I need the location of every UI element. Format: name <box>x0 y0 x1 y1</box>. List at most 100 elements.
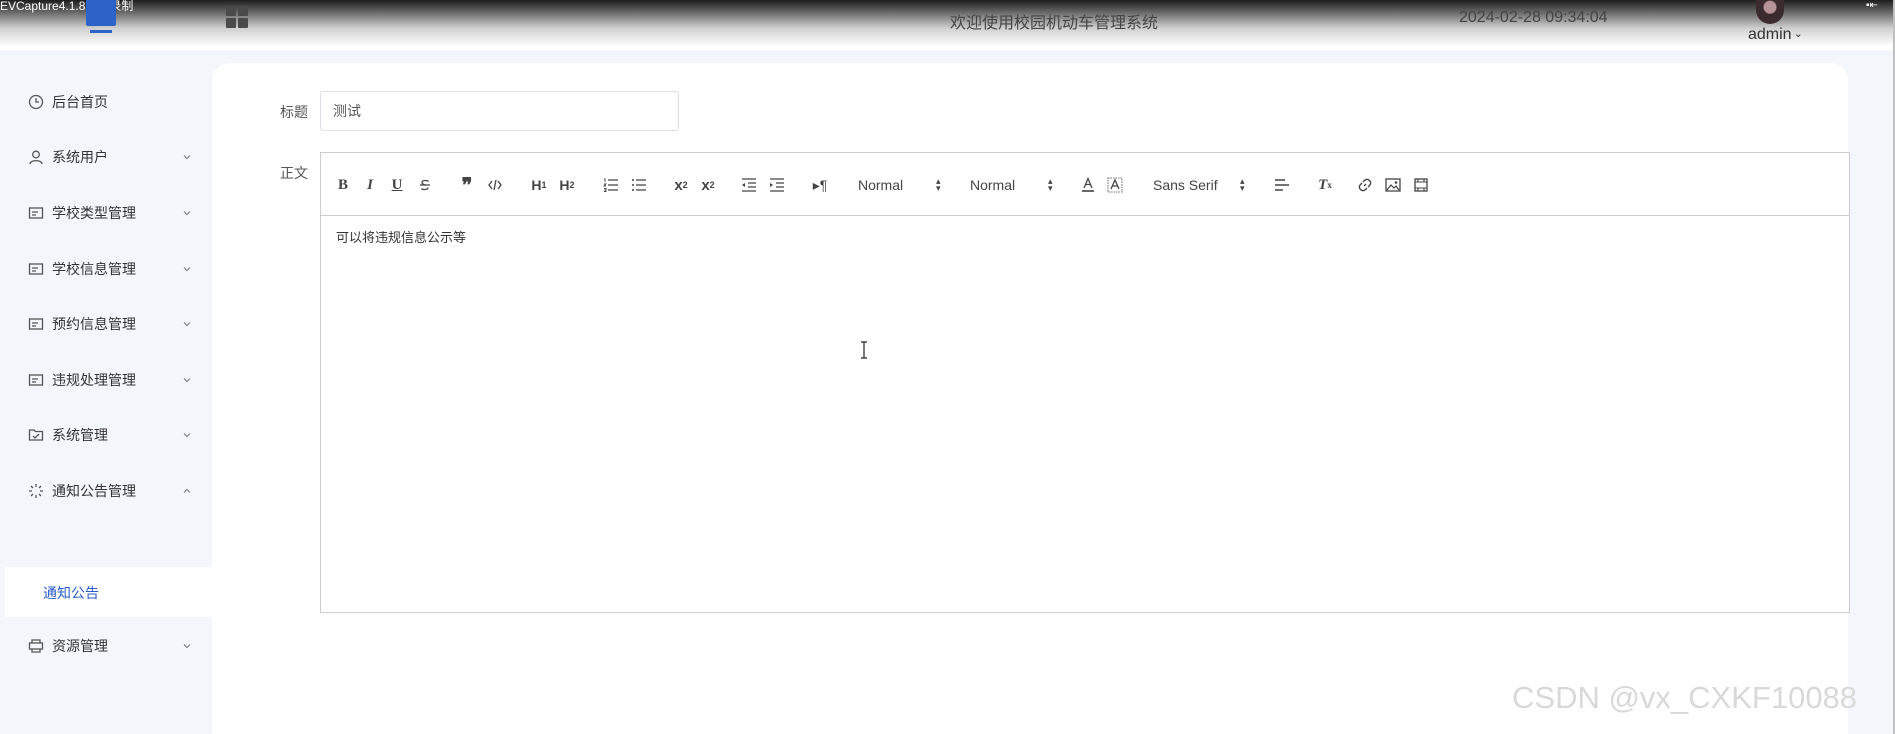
sidebar-item-label: 通知公告管理 <box>52 483 136 499</box>
clock-icon <box>28 94 44 110</box>
chevron-down-icon <box>183 644 191 649</box>
image-button[interactable] <box>1385 175 1401 195</box>
align-button[interactable] <box>1274 175 1290 195</box>
clear-format-button[interactable]: Tx <box>1316 175 1334 195</box>
sidebar-subitem-notice[interactable]: 通知公告 <box>5 567 212 617</box>
header-2-button[interactable]: H2 <box>557 175 577 195</box>
outdent-icon <box>742 178 756 192</box>
picker-arrows-icon: ▴ ▾ <box>1240 176 1245 193</box>
indent-icon <box>770 178 784 192</box>
chevron-down-icon <box>183 322 191 327</box>
bold-button[interactable]: B <box>335 175 351 195</box>
sidebar-item-system-management[interactable]: 系统管理 <box>0 415 212 455</box>
header-1-button[interactable]: H1 <box>529 175 549 195</box>
editor-content[interactable]: 可以将违规信息公示等 <box>321 217 1849 612</box>
font-picker[interactable]: Sans Serif ▴ ▾ <box>1153 174 1253 196</box>
sidebar-item-label: 系统管理 <box>52 427 108 443</box>
chevron-down-icon <box>183 155 191 160</box>
font-color-icon <box>1082 177 1094 192</box>
sidebar-item-school-info[interactable]: 学校信息管理 <box>0 249 212 289</box>
card-icon <box>28 261 44 277</box>
chevron-down-icon <box>183 211 191 216</box>
sidebar-item-system-users[interactable]: 系统用户 <box>0 137 212 177</box>
loading-icon <box>28 483 44 499</box>
text-cursor-icon <box>861 341 867 359</box>
sidebar-item-label: 后台首页 <box>52 94 108 110</box>
user-name: admin <box>1748 26 1792 43</box>
sidebar-item-label: 系统用户 <box>52 149 108 165</box>
font-picker-label: Sans Serif <box>1153 177 1218 193</box>
csdn-watermark: CSDN @vx_CXKF10088 <box>1512 680 1858 715</box>
sidebar-item-label: 学校信息管理 <box>52 261 136 277</box>
size-picker-label: Normal <box>970 177 1016 193</box>
bullet-list-icon <box>632 179 646 191</box>
title-label: 标题 <box>280 104 308 120</box>
user-menu[interactable]: admin ⌄ <box>1748 26 1803 44</box>
picker-arrows-icon: ▴ ▾ <box>1048 176 1053 193</box>
text-direction-button[interactable]: ▸¶ <box>811 175 829 195</box>
grid-menu-icon[interactable] <box>226 6 248 28</box>
code-icon <box>488 179 502 191</box>
background-color-button[interactable] <box>1107 175 1123 195</box>
user-icon <box>28 149 44 165</box>
editor-toolbar: B I U ❞ H1 H2 x2 x2 ▸¶ Normal ▴ ▾ Normal… <box>321 153 1849 216</box>
chevron-down-icon <box>183 267 191 272</box>
strike-button[interactable] <box>417 175 433 195</box>
background-color-icon <box>1107 177 1123 193</box>
check-box-icon <box>28 427 44 443</box>
size-picker[interactable]: Normal ▴ ▾ <box>970 174 1058 196</box>
card-icon <box>28 205 44 221</box>
sidebar-item-label: 违规处理管理 <box>52 372 136 388</box>
card-icon <box>28 372 44 388</box>
logo-icon <box>86 0 116 26</box>
chevron-down-icon: ⌄ <box>1793 28 1803 40</box>
top-bar: EVCapture4.1.8软件录制 欢迎使用校园机动车管理系统 2024-02… <box>0 0 1895 50</box>
underline-button[interactable]: U <box>389 175 405 195</box>
ordered-list-button[interactable] <box>603 175 619 195</box>
sidebar-item-resource-management[interactable]: 资源管理 <box>0 626 212 666</box>
header-picker-label: Normal <box>858 177 904 193</box>
card-icon <box>28 316 44 332</box>
avatar[interactable] <box>1756 0 1784 24</box>
code-block-button[interactable] <box>487 175 503 195</box>
chevron-down-icon <box>183 378 191 383</box>
outdent-button[interactable] <box>741 175 757 195</box>
picker-arrows-icon: ▴ ▾ <box>936 176 941 193</box>
sidebar-item-label: 预约信息管理 <box>52 316 136 332</box>
header-picker[interactable]: Normal ▴ ▾ <box>858 174 946 196</box>
chevron-down-icon <box>183 433 191 438</box>
sidebar-item-notice-management[interactable]: 通知公告管理 <box>0 471 212 511</box>
body-label: 正文 <box>280 165 308 181</box>
link-button[interactable] <box>1357 175 1373 195</box>
sidebar-item-school-type[interactable]: 学校类型管理 <box>0 193 212 233</box>
sidebar-item-label: 学校类型管理 <box>52 205 136 221</box>
align-left-icon <box>1275 179 1289 191</box>
video-icon <box>1414 178 1428 192</box>
font-color-button[interactable] <box>1080 175 1096 195</box>
link-icon <box>1358 178 1372 192</box>
printer-icon <box>28 638 44 654</box>
superscript-button[interactable]: x2 <box>699 175 717 195</box>
sidebar-item-reservation[interactable]: 预约信息管理 <box>0 304 212 344</box>
image-icon <box>1385 178 1401 192</box>
window-control-icon[interactable]: ▪⇤ <box>1866 0 1878 11</box>
blockquote-button[interactable]: ❞ <box>459 175 475 197</box>
video-button[interactable] <box>1413 175 1429 195</box>
subscript-button[interactable]: x2 <box>672 175 690 195</box>
current-datetime: 2024-02-28 09:34:04 <box>1459 9 1608 26</box>
chevron-up-icon <box>183 488 191 493</box>
sidebar-item-dashboard[interactable]: 后台首页 <box>0 82 212 122</box>
ordered-list-icon <box>603 178 618 192</box>
bullet-list-button[interactable] <box>631 175 647 195</box>
sidebar-subitem-label: 通知公告 <box>43 585 99 601</box>
rich-text-editor: B I U ❞ H1 H2 x2 x2 ▸¶ Normal ▴ ▾ Normal… <box>320 152 1850 613</box>
title-input[interactable] <box>320 91 679 131</box>
sidebar-item-violation[interactable]: 违规处理管理 <box>0 360 212 400</box>
sidebar-item-label: 资源管理 <box>52 638 108 654</box>
italic-button[interactable]: I <box>362 175 378 195</box>
indent-button[interactable] <box>769 175 785 195</box>
system-title: 欢迎使用校园机动车管理系统 <box>950 15 1159 32</box>
sidebar: 后台首页 系统用户 学校类型管理 学校信息管理 预约信息管理 违规处理管理 系统… <box>0 50 212 734</box>
strike-icon <box>420 179 430 191</box>
logo-base <box>90 30 112 33</box>
